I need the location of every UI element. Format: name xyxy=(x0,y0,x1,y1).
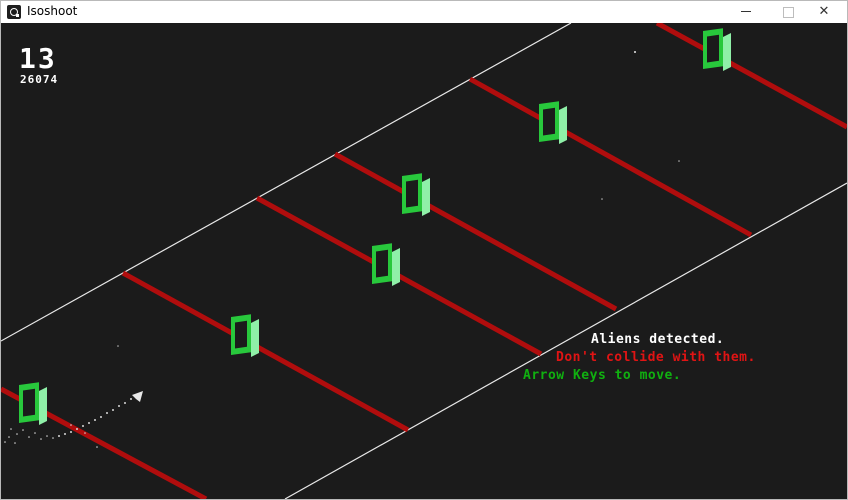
star xyxy=(678,160,680,162)
minimize-button[interactable] xyxy=(723,1,769,23)
lane-line xyxy=(333,151,618,312)
alien-icon xyxy=(372,243,400,286)
alien-icon xyxy=(539,101,567,144)
score-counter: 26074 xyxy=(20,73,59,86)
player-ship-icon xyxy=(132,391,143,402)
message-dont-collide: Don't collide with them. xyxy=(556,350,756,365)
maximize-icon xyxy=(783,7,794,18)
app-icon xyxy=(7,5,21,19)
star xyxy=(117,345,119,347)
alien-icon xyxy=(231,314,259,357)
close-button[interactable]: ✕ xyxy=(801,1,847,23)
minimize-icon xyxy=(741,11,751,12)
alien-icon xyxy=(19,382,47,425)
level-counter: 13 xyxy=(19,42,57,75)
lane-line xyxy=(655,23,847,130)
message-arrow-keys: Arrow Keys to move. xyxy=(523,368,682,383)
window-title: Isoshoot xyxy=(27,4,78,18)
playfield xyxy=(1,23,847,499)
track-edge-bottom xyxy=(284,182,847,499)
star xyxy=(634,51,636,53)
title-bar[interactable]: Isoshoot ✕ xyxy=(1,1,847,24)
lane-line xyxy=(121,270,410,433)
alien-icon xyxy=(703,28,731,71)
alien-icon xyxy=(402,173,430,216)
message-aliens-detected: Aliens detected. xyxy=(591,332,725,347)
star xyxy=(601,198,603,200)
lane-line xyxy=(468,76,753,238)
track-edge-top xyxy=(1,23,572,342)
app-window: Isoshoot ✕ 13 26074 Aliens detected. Don… xyxy=(0,0,848,500)
game-canvas[interactable]: 13 26074 Aliens detected. Don't collide … xyxy=(1,23,847,499)
